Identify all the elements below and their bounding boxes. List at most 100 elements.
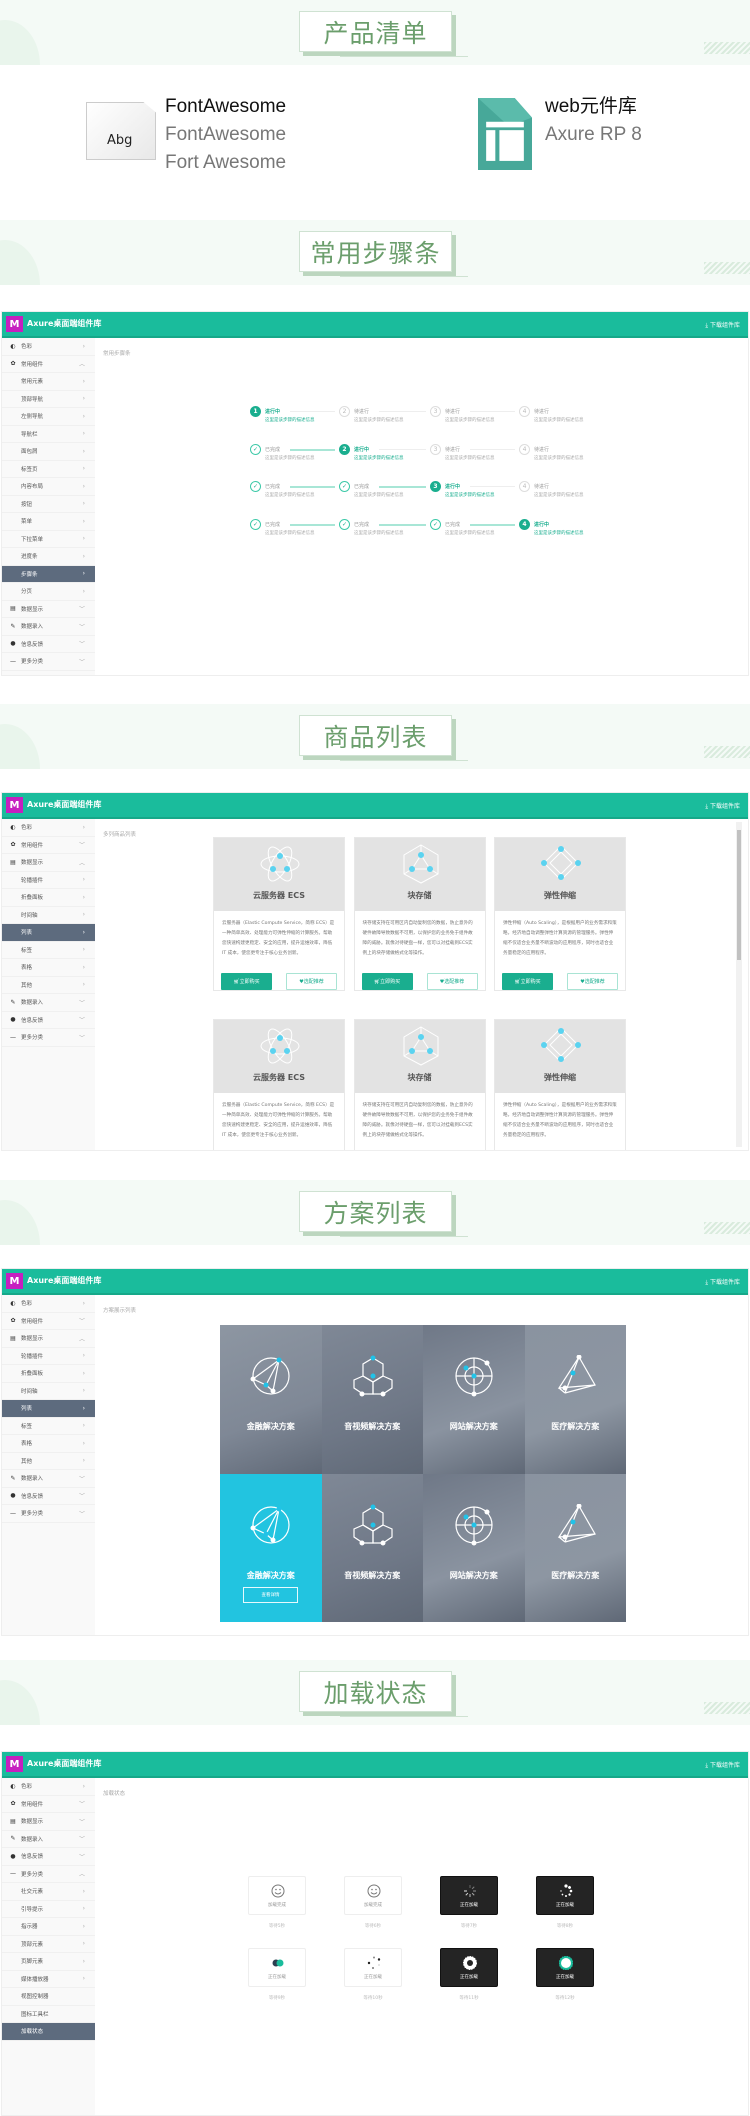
sidebar-item[interactable]: 轮播插件 › [2, 872, 95, 889]
app-title: Axure桌面端组件库 [27, 319, 102, 328]
sidebar-item[interactable]: — 更多分类 ﹀ [2, 653, 95, 671]
sidebar-item[interactable]: 轮播插件 › [2, 1348, 95, 1365]
sidebar-item[interactable]: 顶部导航 › [2, 391, 95, 408]
sidebar-item[interactable]: ▤ 数据显示 ︿ [2, 1330, 95, 1348]
sidebar-item[interactable]: 折叠面板 › [2, 1365, 95, 1383]
sidebar-item[interactable]: ◐ 色彩 › [2, 338, 95, 356]
sidebar-item[interactable]: 步骤条 › [2, 565, 95, 583]
chevron-right-icon: › [82, 1387, 85, 1395]
sidebar-item[interactable]: — 更多分类 ﹀ [2, 1505, 95, 1523]
sidebar-item-label: 引导提示 [21, 1906, 44, 1913]
sidebar-item[interactable]: 面包屑 › [2, 443, 95, 461]
sidebar-item[interactable]: ● 信息反馈 ﹀ [2, 1012, 95, 1029]
sidebar-item[interactable]: 图标工具栏 [2, 2006, 95, 2023]
sidebar-item[interactable]: 指示器 › [2, 1918, 95, 1936]
sidebar-item[interactable]: 时间轴 › [2, 1383, 95, 1400]
download-button[interactable]: ⤓ 下载组件库 [705, 1277, 740, 1287]
sidebar-item[interactable]: ✿ 常用组件 ︿ [2, 356, 95, 373]
solution-tile[interactable]: 医疗解决方案 [524, 1325, 626, 1474]
download-label: 下载组件库 [709, 322, 740, 329]
sidebar-item[interactable]: ▤ 数据显示 ︿ [2, 854, 95, 872]
sidebar-item[interactable]: 标签 › [2, 1418, 95, 1435]
sidebar-item[interactable]: ▤ 数据显示 ﹀ [2, 601, 95, 618]
step-label: 进行中 [445, 484, 461, 490]
card-desc: 弹性伸缩（Auto Scaling），是根据用户的业务需求和策略，经济地自动调整… [503, 1103, 617, 1138]
scrollbar[interactable] [736, 822, 742, 1147]
download-button[interactable]: ⤓ 下载组件库 [705, 320, 740, 330]
recommend-button[interactable]: ♥ 选配推荐 [286, 973, 337, 990]
sidebar-item[interactable]: ✎ 数据录入 ﹀ [2, 1470, 95, 1488]
solution-tile[interactable]: 金融解决方案 [220, 1325, 322, 1474]
sidebar-item[interactable]: 引导提示 › [2, 1901, 95, 1918]
download-button[interactable]: ⤓ 下载组件库 [705, 1760, 740, 1770]
download-button[interactable]: ⤓ 下载组件库 [705, 801, 740, 811]
sidebar-item[interactable]: 视图控制器 [2, 1988, 95, 2006]
app-logo: M [6, 1273, 23, 1289]
check-icon: ✓ [250, 481, 261, 492]
sidebar-item[interactable]: 标签页 › [2, 461, 95, 478]
sidebar-item[interactable]: 内容布局 › [2, 478, 95, 496]
sidebar-item[interactable]: ✎ 数据录入 ﹀ [2, 1831, 95, 1848]
view-detail-button[interactable]: 查看详情 [243, 1586, 298, 1603]
sidebar-item[interactable]: 社交元素 › [2, 1883, 95, 1901]
solution-tile[interactable]: 音视频解决方案 [321, 1325, 423, 1474]
sidebar-item[interactable]: — 更多分类 ︿ [2, 1866, 95, 1883]
sidebar-item[interactable]: ✿ 常用组件 ﹀ [2, 1313, 95, 1330]
sidebar-item[interactable]: ◐ 色彩 › [2, 1778, 95, 1796]
sidebar-item[interactable]: 左侧导航 › [2, 408, 95, 426]
sidebar-item[interactable]: 加载状态 [2, 2023, 95, 2041]
solution-tile[interactable]: 音视频解决方案 [321, 1473, 423, 1622]
sidebar-item[interactable]: 媒体播放器 › [2, 1971, 95, 1988]
sidebar-item[interactable]: ● 信息反馈 ﹀ [2, 1488, 95, 1505]
app-header: M Axure桌面端组件库 ⤓ 下载组件库 [2, 793, 748, 819]
sidebar-item[interactable]: ✎ 数据录入 ﹀ [2, 994, 95, 1012]
check-icon: ✓ [339, 481, 350, 492]
gear-icon: ✿ [10, 841, 16, 849]
sidebar-item[interactable]: ◐ 色彩 › [2, 819, 95, 837]
sidebar-item[interactable]: 常用元素 › [2, 373, 95, 391]
sidebar-item[interactable]: 按钮 › [2, 496, 95, 513]
sidebar-item[interactable]: 标签 › [2, 942, 95, 959]
sidebar-item[interactable]: — 更多分类 ﹀ [2, 1029, 95, 1047]
sidebar-item[interactable]: 页脚元素 › [2, 1953, 95, 1971]
sidebar-item[interactable]: ✎ 数据录入 ﹀ [2, 618, 95, 636]
recommend-button[interactable]: ♥ 选配推荐 [426, 973, 478, 990]
sidebar-item[interactable]: 其他 › [2, 977, 95, 994]
solution-tile[interactable]: 金融解决方案 查看详情 [220, 1473, 322, 1622]
sidebar-item[interactable]: ✿ 常用组件 ﹀ [2, 837, 95, 854]
buy-button[interactable]: 🛒︎ 立即购买 [361, 973, 413, 990]
solution-tile[interactable]: 网站解决方案 [423, 1473, 525, 1622]
sidebar-item-label: 媒体播放器 [21, 1976, 49, 1983]
app-header: M Axure桌面端组件库 ⤓ 下载组件库 [2, 1752, 748, 1778]
sidebar-item[interactable]: ● 信息反馈 ﹀ [2, 1848, 95, 1866]
sidebar-item[interactable]: 分页 › [2, 583, 95, 601]
sidebar-item[interactable]: 列表 › [2, 1400, 95, 1418]
sidebar-item[interactable]: 菜单 › [2, 513, 95, 531]
sidebar-item[interactable]: ◐ 色彩 › [2, 1295, 95, 1313]
sidebar-item-label: 数据录入 [21, 1000, 44, 1007]
comment-icon: ● [10, 640, 16, 648]
sidebar-item[interactable]: 列表 › [2, 924, 95, 942]
recommend-label: 选配推荐 [303, 979, 324, 985]
chevron-down-icon: ﹀ [78, 1853, 85, 1861]
sidebar-item[interactable]: 顶部元素 › [2, 1936, 95, 1953]
sidebar-item[interactable]: ● 信息反馈 ﹀ [2, 636, 95, 653]
sidebar-item[interactable]: 进度条 › [2, 548, 95, 566]
sidebar-item[interactable]: 导航栏 › [2, 426, 95, 443]
product-card: 云服务器 ECS 云服务器（Elastic Compute Service，简称 … [213, 1019, 345, 1150]
sidebar-item[interactable]: 时间轴 › [2, 907, 95, 924]
sidebar-item[interactable]: 下拉菜单 › [2, 531, 95, 548]
sidebar-item[interactable]: 表格 › [2, 959, 95, 977]
sidebar-item-label: 社交元素 [21, 1889, 44, 1896]
sidebar-item[interactable]: ▤ 数据显示 ﹀ [2, 1813, 95, 1831]
sidebar-item[interactable]: 表格 › [2, 1435, 95, 1453]
recommend-button[interactable]: ♥ 选配推荐 [567, 973, 618, 990]
sidebar-item[interactable]: ✿ 常用组件 ﹀ [2, 1796, 95, 1813]
solution-tile[interactable]: 网站解决方案 [423, 1325, 525, 1474]
buy-button[interactable]: 🛒︎ 立即购买 [502, 973, 553, 990]
scrollbar-thumb[interactable] [737, 830, 741, 960]
sidebar-item[interactable]: 折叠面板 › [2, 889, 95, 907]
sidebar-item[interactable]: 其他 › [2, 1453, 95, 1470]
buy-button[interactable]: 🛒︎ 立即购买 [221, 973, 272, 990]
solution-tile[interactable]: 医疗解决方案 [524, 1473, 626, 1622]
